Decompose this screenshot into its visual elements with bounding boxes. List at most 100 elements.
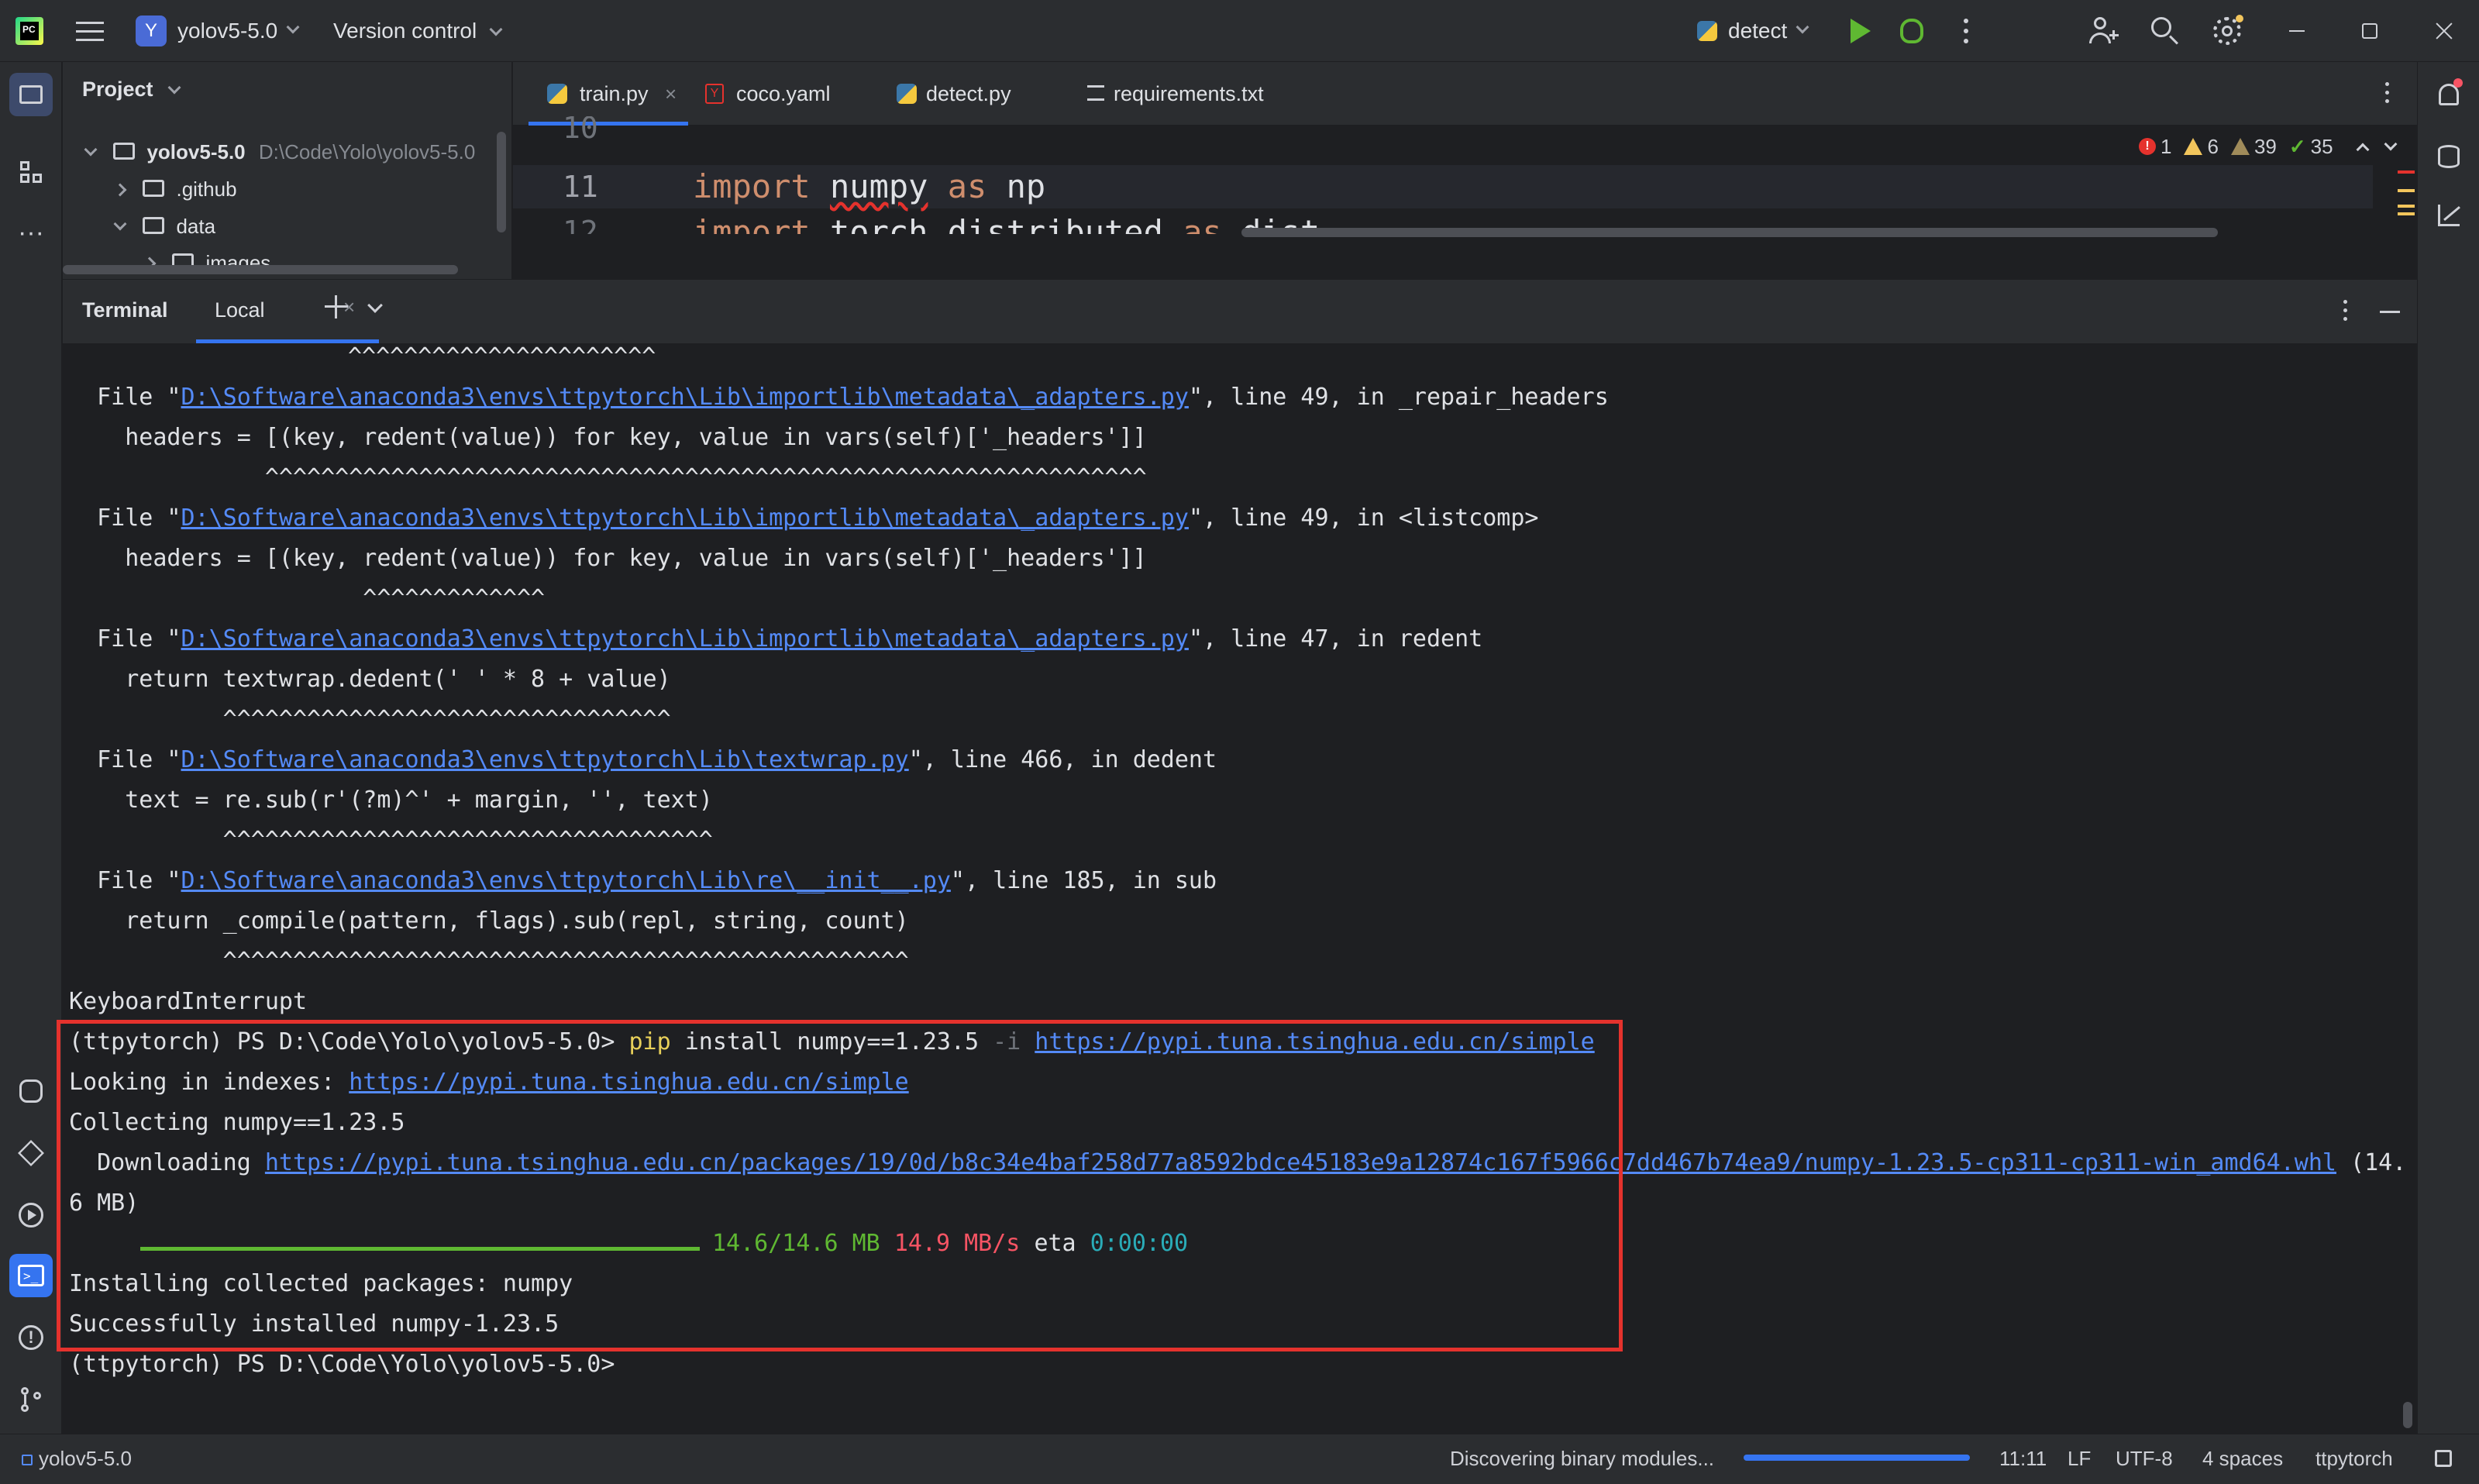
settings-gear-icon[interactable]	[2213, 15, 2243, 45]
add-user-icon[interactable]	[2089, 17, 2119, 45]
tree-item-images[interactable]: images	[143, 245, 270, 281]
project-horizontal-scrollbar[interactable]	[63, 265, 458, 274]
project-panel-header[interactable]: Project	[82, 77, 181, 102]
terminal-line: return _compile(pattern, flags).sub(repl…	[69, 907, 909, 935]
terminal-tab-label: Local	[215, 298, 265, 322]
traceback-file-link[interactable]: D:\Software\anaconda3\envs\ttpytorch\Lib…	[181, 867, 951, 894]
tab-train-py[interactable]: train.py ×	[529, 62, 688, 126]
tab-detect-py[interactable]: detect.py	[897, 62, 1067, 126]
terminal-tab-local[interactable]: Local ×	[196, 280, 379, 343]
background-task-progress-fill	[1744, 1455, 1970, 1461]
editor-area: train.py × Y coco.yaml detect.py require…	[513, 62, 2417, 279]
chevron-down-icon[interactable]	[2384, 137, 2398, 151]
lock-icon[interactable]	[2435, 1450, 2452, 1467]
tree-item-data[interactable]: data	[113, 208, 216, 244]
terminal-title: Terminal	[82, 298, 168, 322]
yaml-icon: Y	[705, 84, 724, 104]
code-line-11[interactable]: import numpy as np	[693, 165, 1045, 208]
background-task-label[interactable]: Discovering binary modules...	[1450, 1434, 1714, 1482]
tab-coco-yaml[interactable]: Y coco.yaml	[701, 62, 871, 126]
terminal-line: headers = [(key, redent(value)) for key,…	[69, 545, 1147, 572]
close-window-icon[interactable]	[2433, 20, 2455, 42]
chevron-down-icon	[113, 217, 127, 231]
folder-icon	[113, 143, 136, 160]
folder-icon	[143, 180, 165, 198]
tree-root-path: D:\Code\Yolo\yolov5-5.0	[258, 140, 476, 164]
chevron-down-icon	[1796, 20, 1809, 34]
project-tool-folder-icon[interactable]	[9, 73, 53, 116]
search-icon[interactable]	[2151, 17, 2179, 45]
layers-icon[interactable]	[9, 1131, 53, 1175]
restore-icon[interactable]	[2362, 23, 2377, 39]
code-line-12[interactable]: import torch.distributed as dist	[693, 214, 1320, 234]
terminal-scrollbar[interactable]	[2403, 1402, 2412, 1428]
title-bar: PC Y yolov5-5.0 Version control detect	[0, 0, 2479, 62]
status-project[interactable]: yolov5-5.0	[22, 1434, 132, 1482]
structure-icon[interactable]	[9, 150, 53, 194]
weak-warning-count: 39	[2253, 134, 2277, 158]
typo-check-icon: ✓	[2288, 134, 2306, 158]
tree-item-label: .github	[176, 177, 237, 201]
project-panel: Project yolov5-5.0 D:\Code\Yolo\yolov5-5…	[63, 62, 512, 279]
terminal-more-icon[interactable]	[2343, 300, 2348, 323]
problems-icon[interactable]: !	[9, 1316, 53, 1359]
main-menu-icon[interactable]	[76, 20, 104, 42]
minimize-icon[interactable]	[2289, 30, 2305, 32]
typo-count: 35	[2310, 134, 2333, 158]
indent-setting[interactable]: 4 spaces	[2202, 1434, 2283, 1482]
project-name: yolov5-5.0	[177, 19, 278, 43]
terminal-line: ^^^^^^^^^^^^^^^^^^^^^^^^^^^^^^^^^^^^^^^^…	[69, 948, 909, 975]
file-encoding[interactable]: UTF-8	[2116, 1434, 2173, 1482]
tab-label: train.py	[580, 82, 649, 105]
pycharm-logo-icon: PC	[15, 17, 43, 45]
left-tool-bar: ··· >_ !	[0, 62, 62, 1434]
terminal-line: headers = [(key, redent(value)) for key,…	[69, 424, 1147, 451]
editor-horizontal-scrollbar[interactable]	[1241, 228, 2218, 237]
error-stripe-marks	[2398, 170, 2415, 294]
tree-item-github[interactable]: .github	[113, 171, 237, 207]
project-vertical-scrollbar[interactable]	[497, 132, 506, 232]
terminal-icon[interactable]: >_	[9, 1254, 53, 1297]
traceback-file-link[interactable]: D:\Software\anaconda3\envs\ttpytorch\Lib…	[181, 504, 1189, 532]
folder-icon	[143, 217, 165, 235]
chevron-up-icon[interactable]	[2356, 143, 2370, 157]
vcs-menu[interactable]: Version control	[333, 0, 503, 62]
run-config-selector[interactable]: detect	[1697, 0, 1809, 62]
status-bar: yolov5-5.0 Discovering binary modules...…	[0, 1434, 2479, 1484]
python-icon	[1697, 21, 1717, 41]
services-run-icon[interactable]	[9, 1193, 53, 1237]
inspection-widget[interactable]: ! 1 6 39 ✓ 35	[2139, 133, 2398, 160]
sciview-chart-icon[interactable]	[2427, 194, 2470, 237]
git-branch-icon[interactable]	[9, 1378, 53, 1421]
terminal-line: File "D:\Software\anaconda3\envs\ttpytor…	[69, 384, 1609, 411]
highlight-box	[57, 1020, 1623, 1351]
database-icon[interactable]	[2427, 135, 2470, 178]
more-tools-icon[interactable]: ···	[9, 211, 53, 254]
tab-requirements-txt[interactable]: requirements.txt	[1083, 62, 1331, 126]
text-file-icon	[1087, 85, 1104, 101]
python-packages-icon[interactable]	[9, 1069, 53, 1113]
traceback-file-link[interactable]: D:\Software\anaconda3\envs\ttpytorch\Lib…	[181, 746, 909, 773]
unused-import-numpy: numpy	[830, 167, 928, 205]
python-interpreter[interactable]: ttpytorch	[2315, 1434, 2393, 1482]
more-actions-icon[interactable]	[1964, 17, 1968, 45]
error-count: 1	[2161, 134, 2172, 158]
hide-panel-icon[interactable]	[2380, 311, 2400, 313]
notifications-bell-icon[interactable]	[2427, 73, 2470, 116]
new-terminal-plus-icon[interactable]	[325, 295, 348, 318]
tree-item-label: data	[176, 215, 216, 238]
chevron-down-icon	[84, 143, 98, 157]
chevron-down-icon	[286, 20, 300, 34]
debug-icon[interactable]	[1900, 19, 1923, 43]
python-icon	[547, 84, 567, 104]
project-panel-title: Project	[82, 77, 153, 101]
tab-options-icon[interactable]	[2385, 82, 2390, 105]
caret-position[interactable]: 11:11	[1999, 1434, 2047, 1482]
project-switcher[interactable]: Y yolov5-5.0	[136, 0, 300, 62]
run-icon[interactable]	[1851, 19, 1871, 43]
close-tab-icon[interactable]: ×	[665, 62, 677, 126]
traceback-file-link[interactable]: D:\Software\anaconda3\envs\ttpytorch\Lib…	[181, 625, 1189, 652]
line-separator[interactable]: LF	[2068, 1434, 2091, 1482]
traceback-file-link[interactable]: D:\Software\anaconda3\envs\ttpytorch\Lib…	[181, 384, 1189, 411]
tree-root-row[interactable]: yolov5-5.0 D:\Code\Yolo\yolov5-5.0	[84, 134, 476, 170]
